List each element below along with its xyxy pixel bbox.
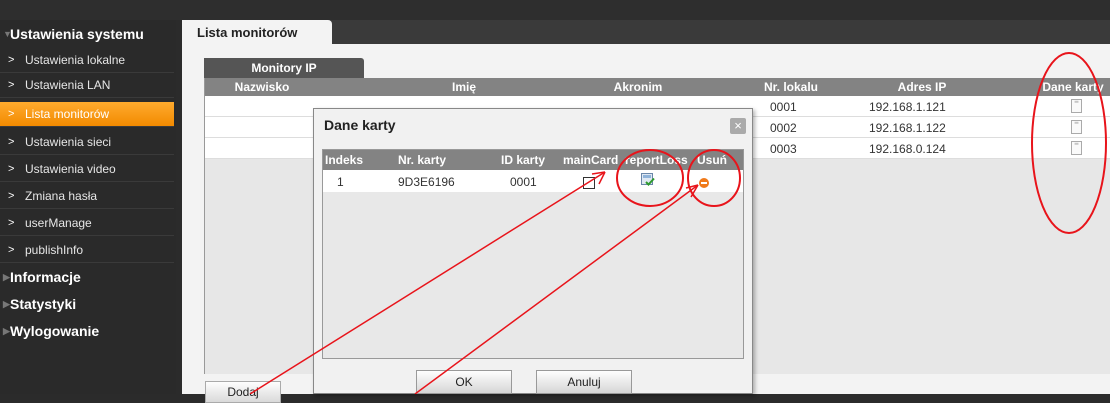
card-id-cell: 0001 xyxy=(510,175,537,189)
dialog-title: Dane karty xyxy=(324,117,396,133)
card-data-dialog: Dane karty × Indeks Nr. karty ID karty m… xyxy=(313,108,753,394)
column-header-card-id: ID karty xyxy=(501,153,546,167)
sidebar-item-change-password[interactable]: > Zmiana hasła xyxy=(0,184,174,209)
column-header-delete: Usuń xyxy=(697,153,727,167)
column-header-index: Indeks xyxy=(325,153,364,167)
column-header-unit-no: Nr. lokalu xyxy=(763,80,819,94)
sidebar-item-publish-info[interactable]: > publishInfo xyxy=(0,238,174,263)
collapsed-triangle-icon: ▶ xyxy=(3,299,10,309)
top-bar xyxy=(0,0,1110,20)
subtab-ip-monitors[interactable]: Monitory IP xyxy=(204,58,364,78)
unit-number-cell: 0001 xyxy=(770,100,797,114)
column-header-card-number: Nr. karty xyxy=(398,153,447,167)
column-header-ip-address: Adres IP xyxy=(897,80,947,94)
chevron-right-icon: > xyxy=(8,79,15,91)
collapsed-triangle-icon: ▶ xyxy=(3,272,10,282)
sidebar-item-network-settings[interactable]: > Ustawienia sieci xyxy=(0,130,174,155)
sidebar-item-video-settings[interactable]: > Ustawienia video xyxy=(0,157,174,182)
delete-icon[interactable] xyxy=(699,178,709,188)
sidebar-item-monitor-list[interactable]: > Lista monitorów xyxy=(0,102,174,127)
sidebar: ▼ Ustawienia systemu > Ustawienia lokaln… xyxy=(0,20,176,394)
report-loss-icon[interactable] xyxy=(641,173,655,186)
sidebar-section-info[interactable]: ▶ Informacje xyxy=(0,265,176,289)
card-data-icon[interactable]: ≡ xyxy=(1071,140,1082,155)
cancel-button[interactable]: Anuluj xyxy=(536,370,632,394)
index-cell: 1 xyxy=(337,175,344,189)
chevron-right-icon: > xyxy=(8,108,15,120)
column-header-main-card: mainCard xyxy=(563,153,619,167)
ip-address-cell: 192.168.0.124 xyxy=(869,142,946,156)
sidebar-item-local-settings[interactable]: > Ustawienia lokalne xyxy=(0,48,174,73)
ip-address-cell: 192.168.1.122 xyxy=(869,121,946,135)
unit-number-cell: 0002 xyxy=(770,121,797,135)
card-table: Indeks Nr. karty ID karty mainCard repor… xyxy=(322,149,744,359)
chevron-right-icon: > xyxy=(8,136,15,148)
column-header-surname: Nazwisko xyxy=(234,80,290,94)
column-header-report-loss: reportLoss xyxy=(625,153,688,167)
chevron-right-icon: > xyxy=(8,244,15,256)
ip-address-cell: 192.168.1.121 xyxy=(869,100,946,114)
ok-button[interactable]: OK xyxy=(416,370,512,394)
card-row[interactable]: 1 9D3E6196 0001 xyxy=(323,170,743,192)
card-table-header: Indeks Nr. karty ID karty mainCard repor… xyxy=(323,150,743,170)
collapsed-triangle-icon: ▶ xyxy=(3,326,10,336)
chevron-right-icon: > xyxy=(8,163,15,175)
card-data-icon[interactable]: ≡ xyxy=(1071,98,1082,113)
main-card-checkbox[interactable] xyxy=(583,177,595,189)
sidebar-item-user-manage[interactable]: > userManage xyxy=(0,211,174,236)
sidebar-section-system-settings[interactable]: ▼ Ustawienia systemu xyxy=(0,22,176,46)
sidebar-section-logout[interactable]: ▶ Wylogowanie xyxy=(0,319,176,343)
close-icon[interactable]: × xyxy=(730,118,746,134)
column-header-card-data: Dane karty xyxy=(1042,80,1104,94)
sidebar-item-lan-settings[interactable]: > Ustawienia LAN xyxy=(0,73,174,98)
unit-number-cell: 0003 xyxy=(770,142,797,156)
card-number-cell: 9D3E6196 xyxy=(398,175,455,189)
tab-monitor-list[interactable]: Lista monitorów xyxy=(182,20,332,44)
chevron-right-icon: > xyxy=(8,217,15,229)
card-data-icon[interactable]: ≡ xyxy=(1071,119,1082,134)
column-header-first-name: Imię xyxy=(451,80,477,94)
chevron-right-icon: > xyxy=(8,190,15,202)
add-button[interactable]: Dodaj xyxy=(205,381,281,403)
table-header: Nazwisko Imię Akronim Nr. lokalu Adres I… xyxy=(205,78,1110,96)
sidebar-section-stats[interactable]: ▶ Statystyki xyxy=(0,292,176,316)
chevron-right-icon: > xyxy=(8,54,15,66)
column-header-acronym: Akronim xyxy=(613,80,663,94)
